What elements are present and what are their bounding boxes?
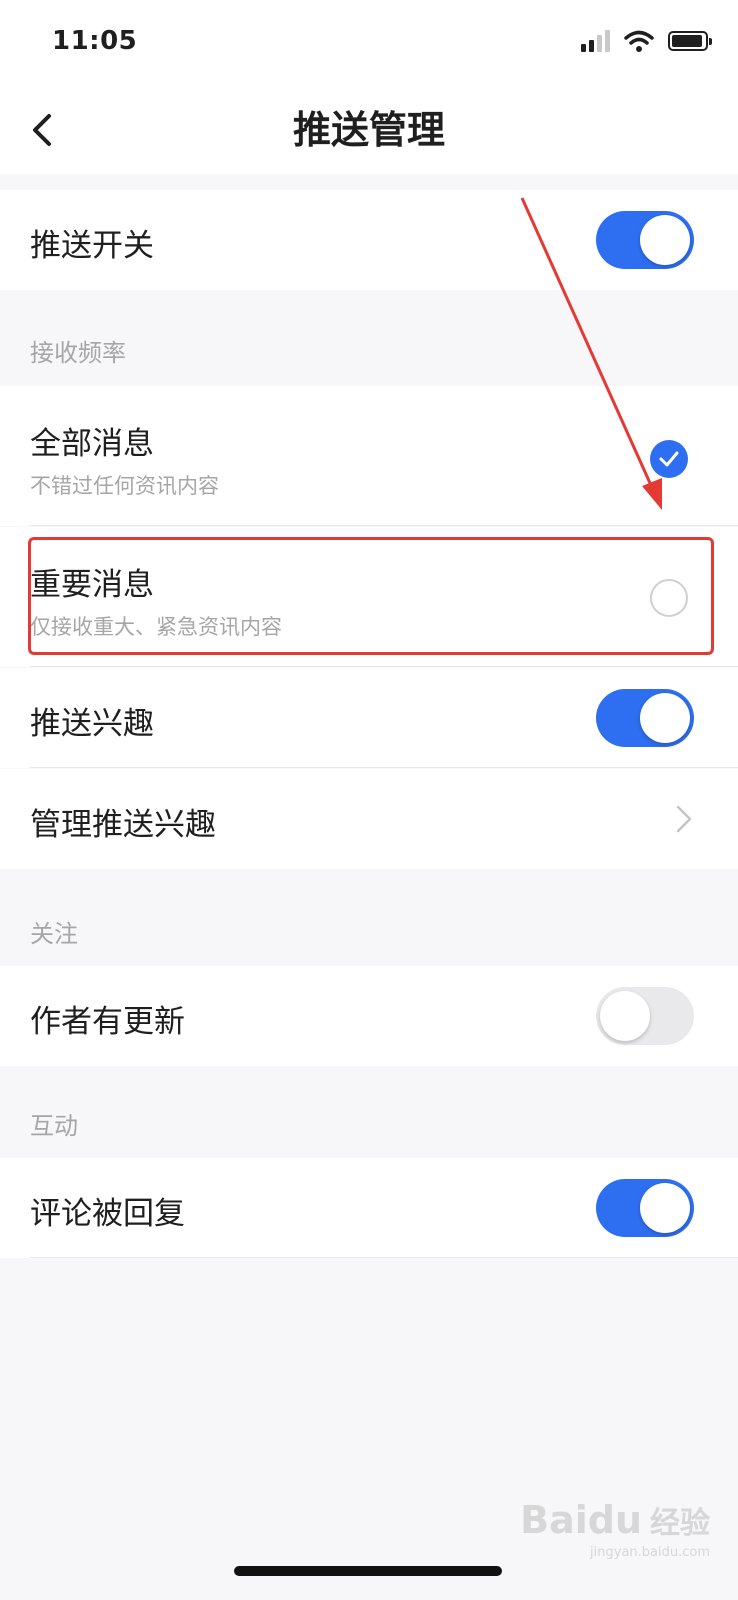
push-switch-row: 推送开关	[0, 190, 738, 290]
manage-interest-row[interactable]: 管理推送兴趣	[0, 769, 738, 869]
status-icons	[581, 30, 712, 52]
comment-reply-toggle[interactable]	[596, 1179, 694, 1237]
section-label-frequency: 接收频率	[30, 339, 126, 367]
frequency-option-all[interactable]: 全部消息 不错过任何资讯内容	[0, 386, 738, 526]
push-interest-row: 推送兴趣	[0, 668, 738, 768]
divider	[30, 767, 738, 768]
option-all-title: 全部消息	[30, 426, 154, 462]
push-switch-toggle[interactable]	[596, 211, 694, 269]
watermark-brand: Baidu	[520, 1498, 642, 1542]
nav-bar: 推送管理	[0, 88, 738, 174]
battery-icon	[668, 31, 712, 51]
author-update-row: 作者有更新	[0, 966, 738, 1066]
divider	[30, 525, 738, 526]
option-all-subtitle: 不错过任何资讯内容	[30, 474, 219, 498]
watermark-url: jingyan.baidu.com	[590, 1545, 710, 1560]
option-all-check-icon[interactable]	[650, 440, 688, 478]
status-bar: 11:05	[0, 0, 738, 88]
section-label-interaction: 互动	[30, 1112, 78, 1140]
author-update-label: 作者有更新	[30, 1004, 185, 1040]
page-title: 推送管理	[292, 108, 445, 152]
baidu-watermark: Baidu 经验	[520, 1498, 710, 1542]
cellular-signal-icon	[581, 30, 610, 52]
home-indicator	[234, 1566, 502, 1576]
author-update-toggle[interactable]	[596, 987, 694, 1045]
section-label-follow: 关注	[30, 920, 78, 948]
chevron-right-icon	[676, 805, 692, 833]
watermark-brand-cn: 经验	[650, 1506, 710, 1541]
divider	[30, 666, 738, 667]
comment-reply-label: 评论被回复	[30, 1196, 185, 1232]
push-switch-label: 推送开关	[30, 228, 154, 264]
status-time: 11:05	[52, 26, 138, 56]
annotation-highlight-box	[28, 537, 714, 655]
wifi-icon	[624, 30, 654, 52]
push-interest-label: 推送兴趣	[30, 706, 154, 742]
comment-reply-row: 评论被回复	[0, 1158, 738, 1258]
push-interest-toggle[interactable]	[596, 689, 694, 747]
divider	[30, 1257, 738, 1258]
manage-interest-label: 管理推送兴趣	[30, 807, 216, 843]
